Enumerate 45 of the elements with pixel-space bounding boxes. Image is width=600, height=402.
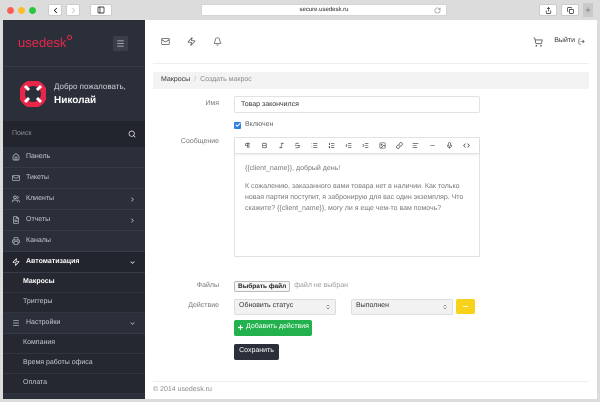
plus-icon: [237, 324, 244, 331]
pilcrow-icon[interactable]: [244, 142, 251, 148]
lightning-icon[interactable]: [187, 37, 196, 46]
lightning-icon: [12, 258, 20, 266]
document-icon: [12, 216, 20, 224]
image-icon[interactable]: [378, 142, 386, 148]
checkmark-icon: [234, 122, 240, 128]
link-icon[interactable]: [396, 142, 403, 148]
greeting-text: Добро пожаловать,: [54, 80, 126, 92]
plus-icon: [584, 6, 592, 14]
bullet-list-icon[interactable]: [311, 142, 318, 148]
italic-icon[interactable]: [278, 142, 285, 148]
users-icon: [12, 195, 20, 203]
align-left-icon[interactable]: [412, 142, 420, 148]
envelope-icon[interactable]: [161, 37, 170, 46]
reload-icon[interactable]: [434, 6, 441, 14]
strikethrough-icon[interactable]: [294, 142, 302, 148]
sidebar-toggle-button[interactable]: [90, 4, 112, 16]
share-icon: [544, 6, 552, 14]
envelope-icon: [12, 174, 20, 182]
home-icon: [12, 153, 20, 161]
search-icon[interactable]: [128, 130, 136, 138]
numbered-list-icon[interactable]: [328, 142, 336, 148]
user-name: Николай: [54, 94, 98, 108]
indent-icon[interactable]: [362, 142, 369, 148]
share-button[interactable]: [539, 4, 557, 16]
lifebuoy-avatar-icon: [20, 81, 46, 107]
menu-icon: [12, 319, 20, 327]
code-icon[interactable]: [462, 142, 470, 148]
lifebuoy-icon: [67, 35, 72, 40]
cart-icon[interactable]: [533, 36, 544, 46]
sidebar-icon: [97, 6, 105, 14]
microphone-icon[interactable]: [446, 142, 454, 148]
menu-button[interactable]: [113, 36, 128, 50]
bold-icon[interactable]: [260, 142, 268, 148]
tabs-icon: [566, 6, 574, 14]
outdent-icon[interactable]: [344, 142, 352, 148]
bell-icon[interactable]: [213, 37, 222, 46]
tabs-button[interactable]: [561, 4, 579, 16]
printer-icon: [12, 237, 20, 245]
checkbox[interactable]: [234, 122, 241, 129]
menu-icon: [116, 38, 125, 48]
minus-icon: [462, 303, 469, 310]
back-button[interactable]: [48, 4, 62, 16]
logout-icon: [578, 38, 585, 45]
